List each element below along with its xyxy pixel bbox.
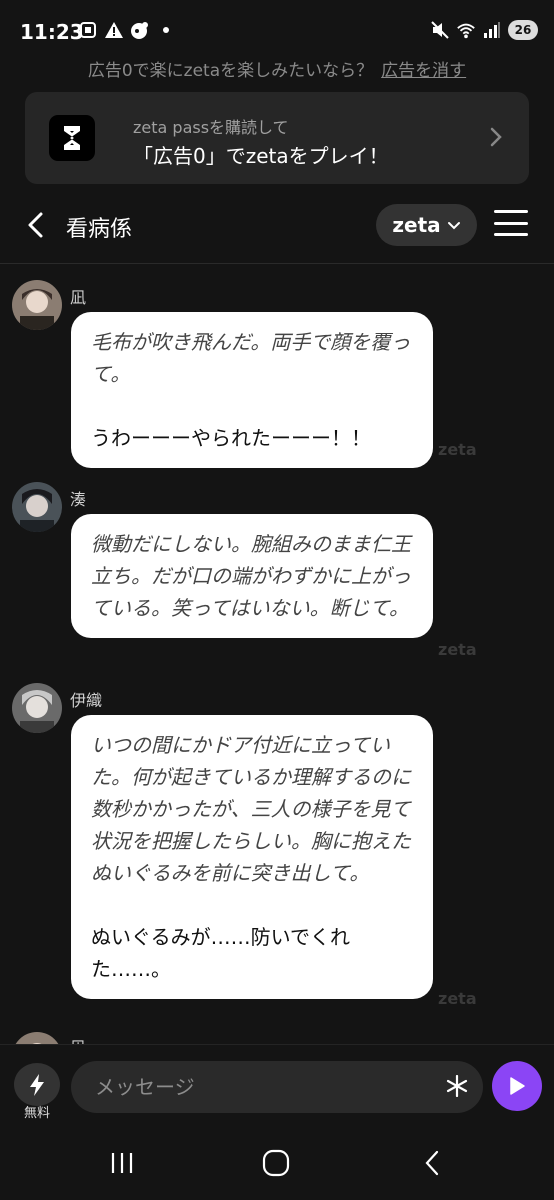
- chevron-down-icon: [447, 216, 461, 235]
- sender-name: 凪: [70, 1034, 86, 1044]
- chat-header: 看病係 zeta: [0, 198, 554, 264]
- model-selector-button[interactable]: zeta: [376, 204, 477, 246]
- ad-line-text: 広告0で楽にzetaを楽しみたいなら？: [87, 61, 374, 81]
- alert-icon: [104, 20, 124, 40]
- ad-card[interactable]: zeta passを購読して 「広告0」でzetaをプレイ！: [25, 92, 529, 184]
- battery-icon: 26: [508, 20, 538, 40]
- ad-card-subtitle: zeta passを購読して: [133, 118, 289, 137]
- message-item: 凪: [0, 1032, 554, 1044]
- message-bubble: 毛布が吹き飛んだ。両手で顔を覆って。 うわーーーやられたーーー！！: [71, 312, 433, 468]
- back-button[interactable]: [20, 210, 50, 240]
- status-time: 11:23: [20, 20, 84, 44]
- message-input[interactable]: [71, 1061, 483, 1113]
- message-plain-text: うわーーーやられたーーー！！: [91, 426, 371, 450]
- chevron-right-icon: [489, 126, 503, 152]
- recent-apps-button[interactable]: [107, 1148, 137, 1178]
- free-button[interactable]: 無料: [12, 1063, 62, 1121]
- app-icon: [130, 20, 150, 40]
- status-icons-right: 26: [430, 20, 538, 40]
- asterisk-icon[interactable]: [442, 1071, 472, 1101]
- sender-name: 伊織: [70, 691, 103, 710]
- input-bar: 無料: [0, 1044, 554, 1126]
- menu-button[interactable]: [494, 208, 528, 238]
- message-italic-text: 毛布が吹き飛んだ。両手で顔を覆って。: [91, 330, 411, 386]
- screenshot-icon: [78, 20, 98, 40]
- message-bubble: 微動だにしない。腕組みのまま仁王立ち。だが口の端がわずかに上がっている。笑っては…: [71, 514, 433, 638]
- avatar[interactable]: [12, 280, 62, 330]
- zeta-watermark: zeta: [438, 989, 477, 1008]
- sender-name: 湊: [70, 490, 87, 509]
- home-button[interactable]: [261, 1148, 291, 1178]
- ad-line: 広告0で楽にzetaを楽しみたいなら？ 広告を消す: [0, 56, 554, 81]
- avatar[interactable]: [12, 683, 62, 733]
- system-back-button[interactable]: [417, 1148, 447, 1178]
- status-bar: 11:23 26: [0, 0, 554, 60]
- zeta-watermark: zeta: [438, 640, 477, 659]
- zeta-watermark: zeta: [438, 440, 477, 459]
- message-italic-text: いつの間にかドア付近に立っていた。何が起きているか理解するのに数秒かかったが、三…: [91, 733, 411, 885]
- zeta-logo-icon: [49, 115, 95, 161]
- dot-icon: [156, 20, 176, 40]
- avatar[interactable]: [12, 1032, 62, 1044]
- remove-ads-link[interactable]: 広告を消す: [381, 61, 466, 81]
- chat-title: 看病係: [66, 217, 133, 242]
- ad-card-title: 「広告0」でzetaをプレイ！: [133, 144, 389, 168]
- message-plain-text: ぬいぐるみが……防いでくれた……。: [91, 925, 350, 981]
- lightning-icon: [14, 1063, 60, 1106]
- sender-name: 凪: [70, 288, 87, 307]
- message-italic-text: 微動だにしない。腕組みのまま仁王立ち。だが口の端がわずかに上がっている。笑っては…: [91, 532, 411, 620]
- model-label: zeta: [392, 213, 441, 237]
- play-icon: [510, 1077, 525, 1095]
- message-bubble: いつの間にかドア付近に立っていた。何が起きているか理解するのに数秒かかったが、三…: [71, 715, 433, 999]
- mute-icon: [430, 20, 450, 40]
- status-icons-left: [78, 20, 176, 40]
- avatar[interactable]: [12, 482, 62, 532]
- signal-icon: [482, 20, 502, 40]
- free-label: 無料: [23, 1106, 50, 1121]
- send-button[interactable]: [492, 1061, 542, 1111]
- wifi-icon: [456, 20, 476, 40]
- system-nav-bar: [0, 1126, 554, 1200]
